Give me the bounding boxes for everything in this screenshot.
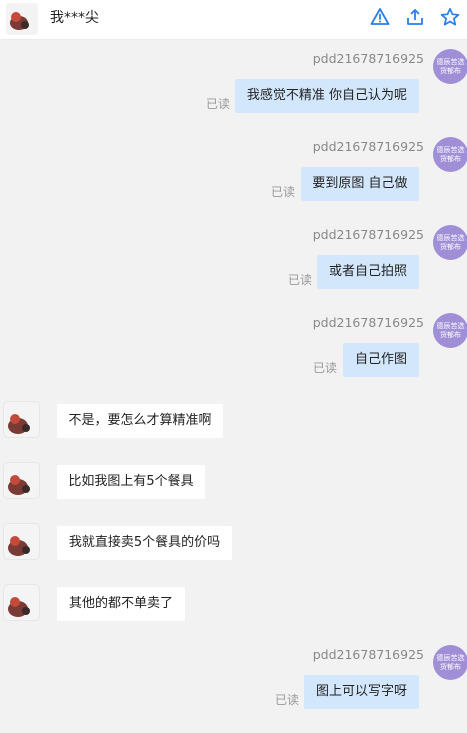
- seller-avatar[interactable]: 德辰苦选 货郁布: [433, 137, 467, 172]
- star-icon[interactable]: [440, 7, 460, 27]
- message-bubble[interactable]: 或者自己拍照: [317, 255, 419, 289]
- sender-name: pdd21678716925: [312, 139, 424, 154]
- customer-avatar[interactable]: [3, 584, 40, 621]
- sender-name: pdd21678716925: [312, 315, 424, 330]
- read-status: 已读: [275, 693, 300, 707]
- sender-name: pdd21678716925: [312, 647, 424, 662]
- read-status: 已读: [271, 185, 296, 199]
- message-bubble[interactable]: 我感觉不精准 你自己认为呢: [235, 79, 419, 113]
- customer-avatar[interactable]: [6, 3, 38, 35]
- customer-avatar[interactable]: [3, 523, 40, 560]
- seller-avatar[interactable]: 德辰苦选 货郁布: [433, 645, 467, 680]
- read-status: 已读: [288, 273, 313, 287]
- seller-avatar[interactable]: 德辰苦选 货郁布: [433, 49, 467, 84]
- chat-title: 我***尖: [50, 10, 99, 26]
- message-bubble[interactable]: 不是，要怎么才算精准啊: [57, 404, 223, 438]
- chat-header: 我***尖: [0, 0, 467, 40]
- message-bubble[interactable]: 其他的都不单卖了: [57, 587, 185, 621]
- read-status: 已读: [313, 361, 338, 375]
- warning-icon[interactable]: [370, 7, 390, 27]
- share-icon[interactable]: [405, 7, 425, 27]
- customer-avatar[interactable]: [3, 462, 40, 499]
- message-bubble[interactable]: 要到原图 自己做: [301, 167, 419, 201]
- customer-avatar[interactable]: [3, 401, 40, 438]
- sender-name: pdd21678716925: [312, 227, 424, 242]
- message-bubble[interactable]: 自己作图: [343, 343, 419, 377]
- sender-name: pdd21678716925: [312, 51, 424, 66]
- message-bubble[interactable]: 图上可以写字呀: [304, 675, 419, 709]
- read-status: 已读: [206, 97, 231, 111]
- message-bubble[interactable]: 我就直接卖5个餐具的价吗: [57, 526, 232, 560]
- message-bubble[interactable]: 比如我图上有5个餐具: [57, 465, 205, 499]
- seller-avatar[interactable]: 德辰苦选 货郁布: [433, 225, 467, 260]
- seller-avatar[interactable]: 德辰苦选 货郁布: [433, 313, 467, 348]
